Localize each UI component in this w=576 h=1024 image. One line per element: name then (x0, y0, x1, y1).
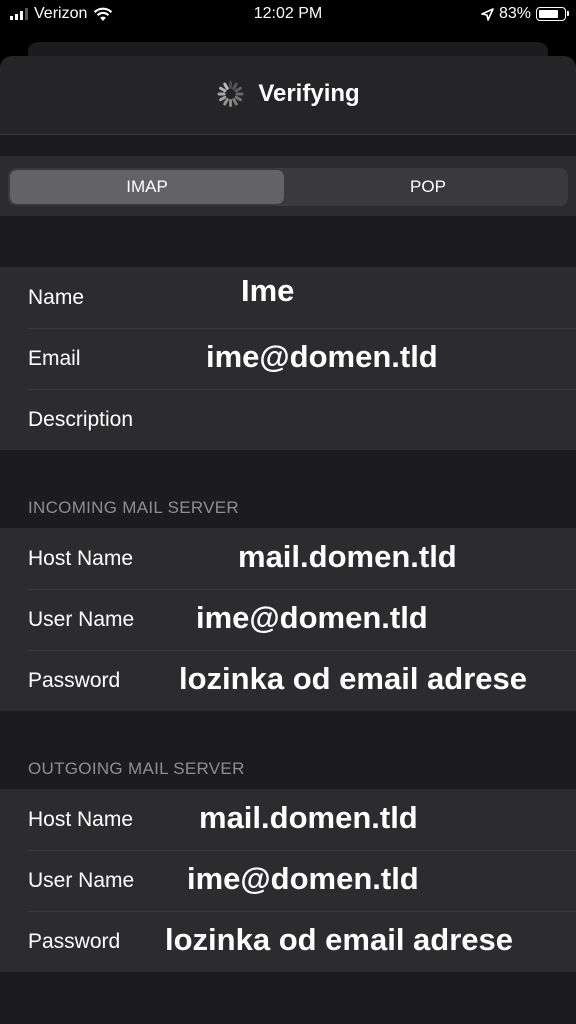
incoming-host-row[interactable]: Host Name mail.domen.tld (0, 528, 576, 589)
description-row[interactable]: Description (0, 389, 576, 450)
spinner-tick (228, 99, 232, 107)
incoming-host-field[interactable]: mail.domen.tld (238, 528, 457, 586)
outgoing-password-field[interactable]: lozinka od email adrese (165, 911, 513, 969)
incoming-user-row[interactable]: User Name ime@domen.tld (0, 589, 576, 650)
segment-imap[interactable]: IMAP (10, 170, 284, 204)
outgoing-host-field[interactable]: mail.domen.tld (199, 789, 418, 847)
outgoing-section-header: OUTGOING MAIL SERVER (28, 759, 245, 778)
account-group: Name Ime Email ime@domen.tld Description (0, 267, 576, 450)
outgoing-server-group: Host Name mail.domen.tld User Name ime@d… (0, 789, 576, 972)
email-row[interactable]: Email ime@domen.tld (0, 328, 576, 389)
description-label: Description (28, 408, 134, 431)
email-label: Email (28, 347, 81, 370)
name-field[interactable]: Ime (241, 262, 294, 320)
battery-icon (536, 7, 569, 21)
activity-spinner-icon (216, 80, 244, 108)
outgoing-user-field[interactable]: ime@domen.tld (187, 850, 419, 908)
name-label: Name (28, 286, 85, 309)
segment-pop[interactable]: POP (290, 170, 566, 204)
protocol-segmented-control[interactable]: IMAP POP (8, 168, 568, 206)
incoming-password-field[interactable]: lozinka od email adrese (179, 650, 527, 708)
incoming-user-field[interactable]: ime@domen.tld (196, 589, 428, 647)
outgoing-password-row[interactable]: Password lozinka od email adrese (0, 911, 576, 972)
location-arrow-icon (481, 7, 494, 21)
page-title: Verifying (258, 80, 360, 107)
outgoing-user-row[interactable]: User Name ime@domen.tld (0, 850, 576, 911)
incoming-server-group: Host Name mail.domen.tld User Name ime@d… (0, 528, 576, 711)
outgoing-password-label: Password (28, 930, 121, 953)
spinner-tick (217, 92, 226, 96)
incoming-host-label: Host Name (28, 547, 134, 570)
name-row[interactable]: Name Ime (0, 267, 576, 328)
outgoing-user-label: User Name (28, 869, 135, 892)
status-bar: Verizon 12:02 PM 83% (0, 0, 576, 32)
incoming-password-label: Password (28, 669, 121, 692)
navigation-bar: Verifying (0, 56, 576, 135)
incoming-user-label: User Name (28, 608, 135, 631)
outgoing-host-row[interactable]: Host Name mail.domen.tld (0, 789, 576, 850)
outgoing-host-label: Host Name (28, 808, 134, 831)
battery-percent: 83% (498, 5, 531, 22)
account-sheet: Verifying IMAP POP Name Ime Email ime@do… (0, 56, 576, 1024)
protocol-selector-section: IMAP POP (0, 156, 576, 216)
incoming-password-row[interactable]: Password lozinka od email adrese (0, 650, 576, 711)
email-field[interactable]: ime@domen.tld (206, 328, 438, 386)
incoming-section-header: INCOMING MAIL SERVER (28, 498, 239, 517)
